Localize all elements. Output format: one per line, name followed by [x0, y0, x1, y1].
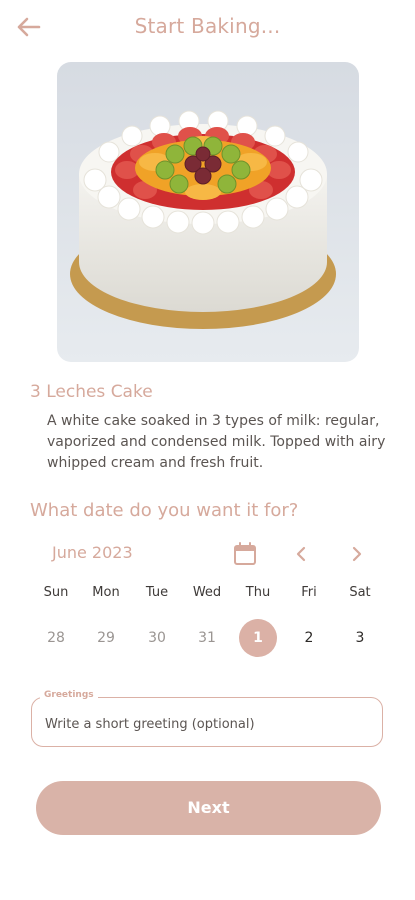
- date-question: What date do you want it for?: [30, 500, 299, 521]
- calendar-day-1-selected[interactable]: 1: [239, 619, 277, 657]
- chevron-right-icon: [352, 546, 362, 562]
- product-image: [57, 62, 359, 362]
- weekday-fri: Fri: [301, 585, 317, 600]
- calendar-day-30[interactable]: 30: [138, 619, 176, 657]
- next-month-button[interactable]: [344, 541, 370, 567]
- calendar-day-31[interactable]: 31: [188, 619, 226, 657]
- greeting-label: Greetings: [40, 690, 98, 700]
- calendar-day-28[interactable]: 28: [37, 619, 75, 657]
- calendar-month: June 2023: [52, 543, 133, 562]
- weekday-tue: Tue: [145, 585, 169, 600]
- weekday-sat: Sat: [349, 585, 371, 600]
- weekday-mon: Mon: [92, 585, 120, 600]
- calendar-day-29[interactable]: 29: [87, 619, 125, 657]
- page-title: Start Baking...: [134, 14, 281, 38]
- next-button[interactable]: Next: [36, 781, 381, 835]
- product-description: A white cake soaked in 3 types of milk: …: [47, 413, 386, 471]
- previous-month-button[interactable]: [288, 541, 314, 567]
- calendar-icon[interactable]: [232, 541, 258, 567]
- greeting-input[interactable]: [43, 712, 367, 736]
- calendar-day-2[interactable]: 2: [290, 619, 328, 657]
- chevron-left-icon: [296, 546, 306, 562]
- weekday-wed: Wed: [192, 585, 222, 600]
- weekday-thu: Thu: [245, 585, 271, 600]
- product-name: 3 Leches Cake: [30, 382, 153, 402]
- calendar-day-3[interactable]: 3: [341, 619, 379, 657]
- weekday-sun: Sun: [43, 585, 69, 600]
